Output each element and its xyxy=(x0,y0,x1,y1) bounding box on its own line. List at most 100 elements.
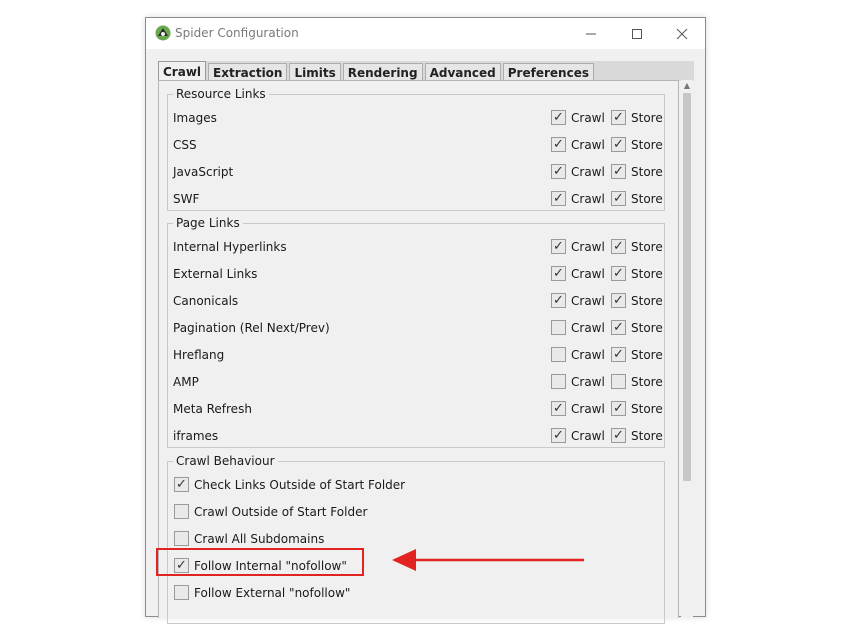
minimize-button[interactable] xyxy=(568,18,614,49)
crawl-checkbox[interactable]: ✓ xyxy=(551,137,566,152)
link-option-row: CSS ✓ Crawl ✓ Store xyxy=(173,132,663,159)
store-checkbox[interactable]: ✓ xyxy=(611,191,626,206)
crawl-checkbox-label: Crawl xyxy=(571,429,605,443)
crawl-checkbox-label: Crawl xyxy=(571,321,605,335)
resource-links-legend: Resource Links xyxy=(176,87,266,101)
crawl-checkbox-label: Crawl xyxy=(571,375,605,389)
link-option-row: Hreflang Crawl ✓ Store xyxy=(173,342,663,369)
link-option-label: External Links xyxy=(173,267,258,281)
crawl-behaviour-row: Follow External "nofollow" xyxy=(173,580,663,607)
crawl-behaviour-label: Check Links Outside of Start Folder xyxy=(194,478,406,492)
crawl-checkbox[interactable]: ✓ xyxy=(551,293,566,308)
store-checkbox[interactable]: ✓ xyxy=(611,110,626,125)
crawl-checkbox[interactable]: ✓ xyxy=(551,164,566,179)
crawl-checkbox[interactable] xyxy=(551,320,566,335)
window-title: Spider Configuration xyxy=(175,26,299,40)
spider-logo-icon xyxy=(155,25,171,41)
close-button[interactable] xyxy=(659,18,705,49)
link-option-row: Images ✓ Crawl ✓ Store xyxy=(173,105,663,132)
link-option-label: Pagination (Rel Next/Prev) xyxy=(173,321,330,335)
store-checkbox-label: Store xyxy=(631,294,663,308)
link-option-label: CSS xyxy=(173,138,197,152)
store-checkbox-label: Store xyxy=(631,138,663,152)
crawl-behaviour-checkbox[interactable] xyxy=(174,585,189,600)
link-option-label: Canonicals xyxy=(173,294,239,308)
tab-rendering[interactable]: Rendering xyxy=(342,63,423,81)
link-option-label: Meta Refresh xyxy=(173,402,252,416)
crawl-checkbox-label: Crawl xyxy=(571,111,605,125)
crawl-behaviour-checkbox[interactable] xyxy=(174,531,189,546)
store-checkbox[interactable]: ✓ xyxy=(611,320,626,335)
highlight-box xyxy=(156,548,364,576)
store-checkbox[interactable]: ✓ xyxy=(611,239,626,254)
store-checkbox-label: Store xyxy=(631,267,663,281)
resource-links-group: Resource Links Images ✓ Crawl ✓ Store CSS ✓ Cra… xyxy=(167,87,665,211)
link-option-label: Images xyxy=(173,111,217,125)
crawl-checkbox[interactable]: ✓ xyxy=(551,110,566,125)
close-icon xyxy=(676,28,688,39)
store-checkbox-label: Store xyxy=(631,321,663,335)
crawl-behaviour-label: Crawl All Subdomains xyxy=(194,532,325,546)
store-checkbox-label: Store xyxy=(631,192,663,206)
tab-limits[interactable]: Limits xyxy=(289,63,341,81)
page-links-legend: Page Links xyxy=(176,216,240,230)
link-option-label: SWF xyxy=(173,192,200,206)
store-checkbox[interactable]: ✓ xyxy=(611,401,626,416)
crawl-behaviour-label: Follow External "nofollow" xyxy=(194,586,351,600)
store-checkbox-label: Store xyxy=(631,165,663,179)
link-option-label: iframes xyxy=(173,429,219,443)
crawl-checkbox-label: Crawl xyxy=(571,192,605,206)
store-checkbox[interactable]: ✓ xyxy=(611,347,626,362)
store-checkbox[interactable] xyxy=(611,374,626,389)
store-checkbox-label: Store xyxy=(631,429,663,443)
minimize-icon xyxy=(586,33,596,34)
tab-advanced[interactable]: Advanced xyxy=(424,63,501,81)
crawl-checkbox-label: Crawl xyxy=(571,348,605,362)
link-option-row: Pagination (Rel Next/Prev) Crawl ✓ Store xyxy=(173,315,663,342)
tab-extraction[interactable]: Extraction xyxy=(208,63,288,81)
crawl-checkbox-label: Crawl xyxy=(571,267,605,281)
link-option-row: JavaScript ✓ Crawl ✓ Store xyxy=(173,159,663,186)
store-checkbox-label: Store xyxy=(631,402,663,416)
link-option-row: External Links ✓ Crawl ✓ Store xyxy=(173,261,663,288)
store-checkbox[interactable]: ✓ xyxy=(611,164,626,179)
crawl-behaviour-checkbox[interactable] xyxy=(174,504,189,519)
crawl-behaviour-row: ✓ Check Links Outside of Start Folder xyxy=(173,472,663,499)
store-checkbox[interactable]: ✓ xyxy=(611,293,626,308)
crawl-behaviour-group: Crawl Behaviour ✓ Check Links Outside of … xyxy=(167,454,665,624)
store-checkbox[interactable]: ✓ xyxy=(611,137,626,152)
crawl-checkbox[interactable]: ✓ xyxy=(551,266,566,281)
crawl-checkbox-label: Crawl xyxy=(571,294,605,308)
store-checkbox-label: Store xyxy=(631,375,663,389)
crawl-checkbox[interactable]: ✓ xyxy=(551,401,566,416)
link-option-label: Internal Hyperlinks xyxy=(173,240,287,254)
spider-configuration-window: Spider Configuration Crawl Extraction Li… xyxy=(145,17,706,624)
tab-bar: Crawl Extraction Limits Rendering Advanc… xyxy=(158,61,596,81)
store-checkbox[interactable]: ✓ xyxy=(611,428,626,443)
crawl-checkbox-label: Crawl xyxy=(571,165,605,179)
store-checkbox[interactable]: ✓ xyxy=(611,266,626,281)
page-links-group: Page Links Internal Hyperlinks ✓ Crawl ✓ Sto… xyxy=(167,216,665,448)
link-option-label: AMP xyxy=(173,375,199,389)
tab-crawl[interactable]: Crawl xyxy=(158,61,207,81)
scroll-up-arrow-icon[interactable]: ▲ xyxy=(681,80,693,92)
maximize-icon xyxy=(632,28,642,39)
scroll-thumb[interactable] xyxy=(683,93,691,481)
crawl-checkbox[interactable]: ✓ xyxy=(551,428,566,443)
tab-preferences[interactable]: Preferences xyxy=(502,63,594,81)
crawl-behaviour-checkbox[interactable]: ✓ xyxy=(174,477,189,492)
link-option-label: JavaScript xyxy=(173,165,234,179)
crawl-checkbox[interactable]: ✓ xyxy=(551,239,566,254)
crawl-behaviour-row: Crawl Outside of Start Folder xyxy=(173,499,663,526)
store-checkbox-label: Store xyxy=(631,111,663,125)
crawl-checkbox-label: Crawl xyxy=(571,138,605,152)
crawl-checkbox[interactable]: ✓ xyxy=(551,191,566,206)
vertical-scrollbar[interactable]: ▲ xyxy=(681,80,693,618)
link-option-row: iframes ✓ Crawl ✓ Store xyxy=(173,423,663,450)
link-option-row: SWF ✓ Crawl ✓ Store xyxy=(173,186,663,213)
crawl-checkbox[interactable] xyxy=(551,347,566,362)
maximize-button[interactable] xyxy=(614,18,660,49)
link-option-label: Hreflang xyxy=(173,348,225,362)
crawl-behaviour-label: Crawl Outside of Start Folder xyxy=(194,505,368,519)
crawl-checkbox[interactable] xyxy=(551,374,566,389)
